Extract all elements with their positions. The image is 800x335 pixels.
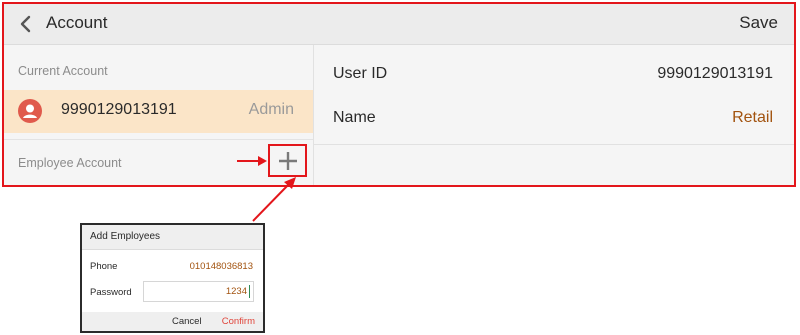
add-employees-dialog: Add Employees Phone 010148036813 Passwor… [80, 223, 265, 333]
text-cursor [249, 285, 250, 298]
user-avatar-icon [18, 99, 42, 123]
current-account-label: Current Account [18, 64, 108, 78]
dialog-title-bar: Add Employees [82, 225, 263, 250]
confirm-button[interactable]: Confirm [222, 316, 255, 327]
account-panel: Account Save Current Account 99901290131… [2, 2, 796, 187]
page-title: Account [46, 13, 108, 32]
role-badge: Admin [248, 101, 294, 118]
current-account-row[interactable]: 9990129013191 Admin [4, 90, 313, 133]
current-account-id: 9990129013191 [61, 101, 177, 118]
phone-field[interactable]: 010148036813 [190, 261, 253, 272]
password-label: Password [90, 287, 132, 298]
name-label: Name [333, 109, 376, 126]
back-chevron-icon [20, 15, 31, 33]
account-details: User ID 9990129013191 Name Retail [314, 45, 794, 185]
accounts-column: Current Account 9990129013191 Admin Empl… [4, 45, 314, 185]
dialog-title: Add Employees [90, 231, 161, 242]
arrow-icon [252, 177, 296, 222]
plus-icon [279, 152, 297, 170]
user-id-label: User ID [333, 65, 388, 82]
user-id-row: User ID 9990129013191 [314, 45, 794, 101]
top-bar: Account Save [4, 4, 794, 45]
phone-label: Phone [90, 261, 118, 272]
add-employee-button[interactable] [268, 144, 307, 177]
password-value: 1234 [225, 286, 247, 297]
dialog-footer: Cancel Confirm [82, 312, 263, 331]
employee-account-label: Employee Account [18, 156, 122, 170]
arrow-icon [237, 156, 267, 166]
name-row[interactable]: Name Retail [314, 97, 794, 145]
save-button[interactable]: Save [739, 13, 778, 33]
password-field[interactable]: 1234 [143, 281, 254, 302]
cancel-button[interactable]: Cancel [172, 316, 202, 327]
back-button[interactable] [16, 13, 36, 35]
name-value: Retail [732, 109, 773, 126]
divider [4, 139, 313, 140]
user-id-value: 9990129013191 [657, 65, 773, 82]
